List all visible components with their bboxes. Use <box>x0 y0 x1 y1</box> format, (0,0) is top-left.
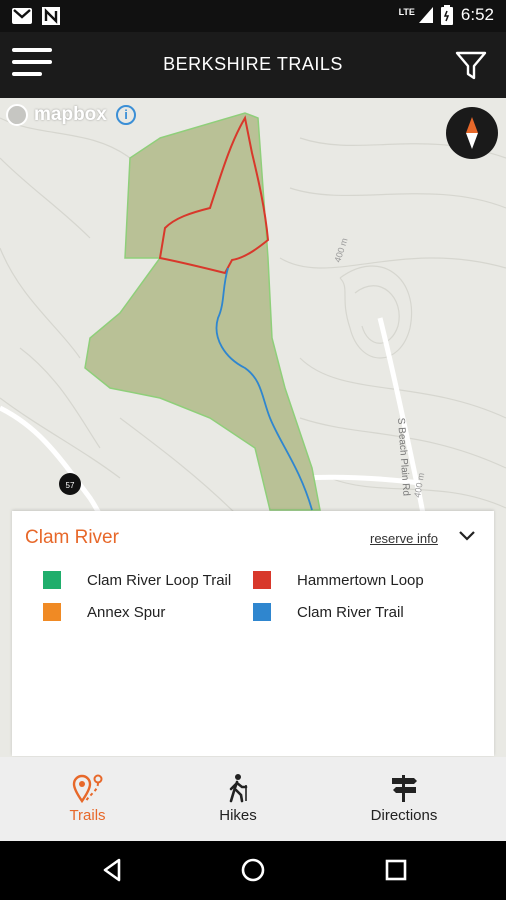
compass-button[interactable] <box>446 107 498 159</box>
legend-label: Clam River Trail <box>297 603 404 621</box>
trail-color-swatch <box>253 571 271 589</box>
home-icon[interactable] <box>238 855 268 885</box>
signpost-icon <box>392 775 417 802</box>
mapbox-logo: mapbox <box>6 104 107 126</box>
reserve-panel: Clam River reserve info Clam River Loop … <box>12 511 494 756</box>
trail-color-swatch <box>43 571 61 589</box>
recents-icon[interactable] <box>381 855 411 885</box>
legend-item-clam-river-loop[interactable]: Clam River Loop Trail <box>43 571 231 589</box>
back-icon[interactable] <box>97 855 127 885</box>
legend-label: Annex Spur <box>87 603 166 621</box>
clock: 6:52 <box>460 5 494 24</box>
info-icon[interactable]: i <box>116 105 136 125</box>
legend-label: Hammertown Loop <box>297 571 424 589</box>
reserve-info-link[interactable]: reserve info <box>370 531 438 546</box>
legend-item-clam-river-trail[interactable]: Clam River Trail <box>253 603 404 621</box>
tab-hikes[interactable]: Hikes <box>190 757 286 841</box>
system-navigation-bar <box>0 841 506 900</box>
route-shield-number: 57 <box>66 481 75 490</box>
mapbox-wordmark: mapbox <box>34 104 107 125</box>
reserve-name: Clam River <box>25 527 119 548</box>
notification-n-icon <box>42 7 60 25</box>
gmail-icon <box>12 8 32 24</box>
signal-icon <box>418 7 433 23</box>
tab-directions[interactable]: Directions <box>350 757 458 841</box>
hiker-icon <box>229 774 248 803</box>
legend-label: Clam River Loop Trail <box>87 571 232 589</box>
page-title: BERKSHIRE TRAILS <box>163 54 343 74</box>
battery-icon <box>440 5 453 25</box>
trail-color-swatch <box>43 603 61 621</box>
tab-label: Directions <box>370 807 438 824</box>
legend-item-hammertown-loop[interactable]: Hammertown Loop <box>253 571 424 589</box>
tab-trails[interactable]: Trails <box>30 757 145 841</box>
tab-label: Hikes <box>219 807 257 824</box>
status-bar: LTE 6:52 <box>0 0 506 32</box>
mapbox-mark-icon <box>6 104 28 126</box>
legend-item-annex-spur[interactable]: Annex Spur <box>43 603 165 621</box>
trail-color-swatch <box>253 603 271 621</box>
filter-icon[interactable] <box>454 48 488 82</box>
compass-icon <box>466 117 478 149</box>
tab-label: Trails <box>69 807 106 824</box>
app-bar: BERKSHIRE TRAILS <box>0 32 506 98</box>
chevron-down-icon[interactable] <box>458 529 476 543</box>
network-type: LTE <box>398 7 415 17</box>
trail-pin-icon <box>72 774 102 803</box>
bottom-nav: Trails Hikes Directions <box>0 757 506 841</box>
